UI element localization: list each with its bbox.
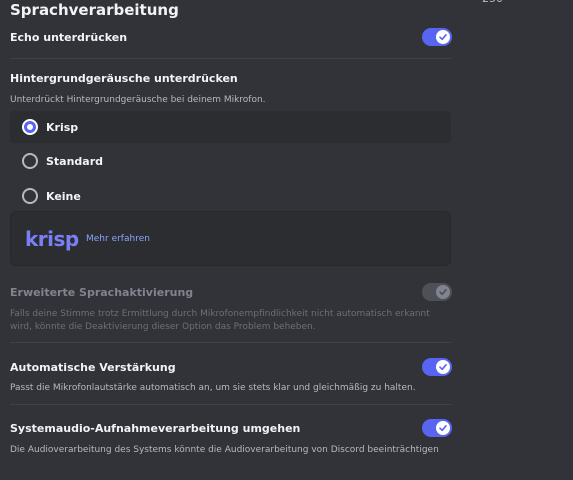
divider [10, 58, 451, 59]
learn-more-link[interactable]: Mehr erfahren [86, 234, 150, 244]
divider [10, 342, 451, 343]
toggle-knob [436, 360, 450, 374]
check-icon [439, 34, 447, 41]
toggle-knob [436, 30, 450, 44]
echo-cancellation-label: Echo unterdrücken [10, 31, 128, 44]
radio-option-krisp[interactable]: Krisp [10, 111, 451, 143]
automatic-gain-description: Passt die Mikrofonlautstärke automatisch… [10, 383, 416, 393]
advanced-voice-activity-description: Falls deine Stimme trotz Ermittlung durc… [10, 309, 430, 332]
toggle-knob [436, 285, 450, 299]
noise-suppression-description: Unterdrückt Hintergrundgeräusche bei dei… [10, 95, 266, 105]
divider [10, 404, 451, 405]
radio-option-standard[interactable]: Standard [10, 145, 451, 177]
radio-option-none[interactable]: Keine [10, 180, 451, 212]
advanced-voice-activity-label: Erweiterte Sprachaktivierung [10, 286, 194, 299]
automatic-gain-label: Automatische Verstärkung [10, 361, 176, 374]
krisp-logo: krisp [25, 227, 79, 251]
system-audio-bypass-toggle[interactable] [422, 419, 452, 437]
toggle-knob [436, 421, 450, 435]
check-icon [439, 289, 447, 296]
check-icon [439, 364, 447, 371]
radio-selected-icon [22, 119, 38, 135]
radio-option-label: Standard [46, 154, 104, 168]
check-icon [439, 425, 447, 432]
echo-cancellation-toggle[interactable] [422, 28, 452, 46]
radio-unselected-icon [22, 188, 38, 204]
side-value-label: 250 [482, 0, 503, 5]
noise-suppression-label: Hintergrundgeräusche unterdrücken [10, 72, 238, 85]
krisp-info-card: krisp Mehr erfahren [10, 211, 451, 266]
radio-option-label: Krisp [46, 120, 79, 134]
automatic-gain-toggle[interactable] [422, 358, 452, 376]
section-title: Sprachverarbeitung [10, 1, 179, 19]
radio-option-label: Keine [46, 189, 81, 203]
system-audio-bypass-label: Systemaudio-Aufnahmeverarbeitung umgehen [10, 422, 301, 435]
radio-unselected-icon [22, 153, 38, 169]
system-audio-bypass-description: Die Audioverarbeitung des Systems könnte… [10, 445, 439, 455]
voice-processing-settings: 250 Sprachverarbeitung Echo unterdrücken… [0, 0, 573, 480]
advanced-voice-activity-toggle[interactable] [422, 283, 452, 301]
